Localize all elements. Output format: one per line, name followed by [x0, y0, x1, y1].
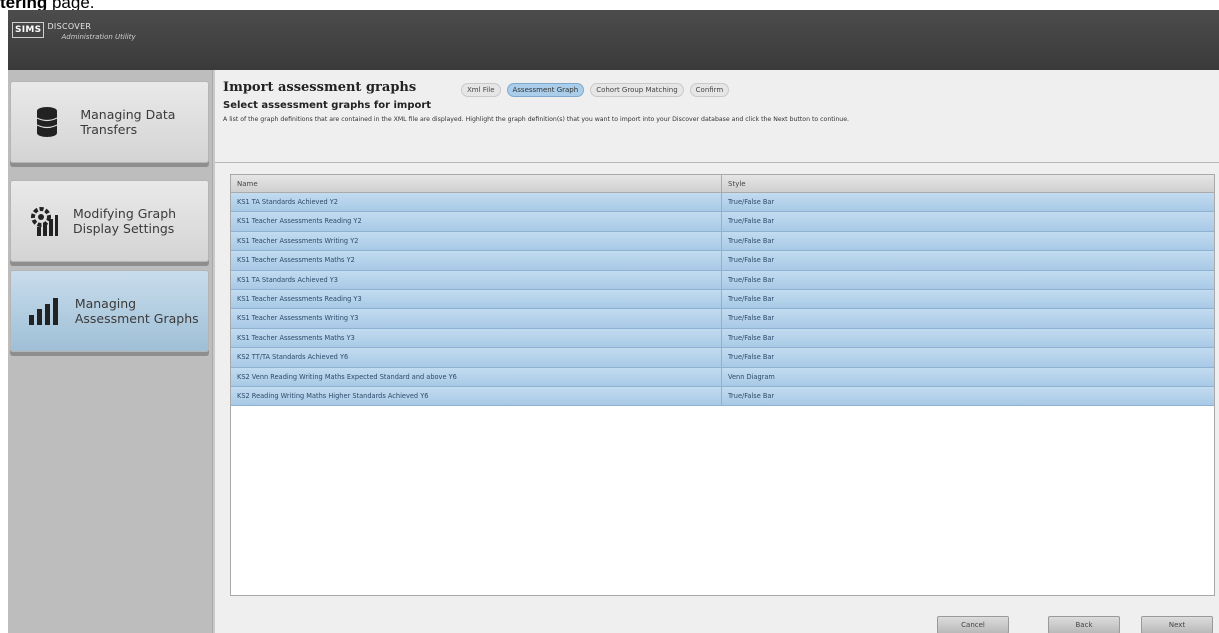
step-cohort-group-matching[interactable]: Cohort Group Matching — [590, 83, 684, 97]
step-assessment-graph[interactable]: Assessment Graph — [506, 83, 585, 97]
cell-name: KS1 Teacher Assessments Writing Y2 — [231, 231, 722, 251]
cell-name: KS1 Teacher Assessments Reading Y3 — [231, 289, 722, 309]
table-row[interactable]: KS1 Teacher Assessments Maths Y3 True/Fal… — [231, 328, 1214, 349]
cell-name: KS1 Teacher Assessments Maths Y2 — [231, 251, 722, 270]
cell-style: True/False Bar — [728, 294, 775, 303]
divider — [215, 162, 1219, 163]
instructions-text: A list of the graph definitions that are… — [223, 116, 850, 123]
main-panel: Import assessment graphs Xml File Assess… — [215, 70, 1219, 633]
cell-style: Venn Diagram — [728, 372, 775, 381]
next-button[interactable]: Next — [1141, 616, 1213, 633]
cell-style: True/False Bar — [728, 314, 775, 323]
table-row[interactable]: KS1 Teacher Assessments Writing Y2 True/F… — [231, 231, 1214, 252]
logo-title: DISCOVER — [47, 22, 92, 31]
cell-style: True/False Bar — [728, 256, 775, 265]
sidebar-item-modifying-graph-display-settings[interactable]: Modifying Graph Display Settings — [10, 180, 209, 262]
column-header-name[interactable]: Name — [231, 175, 722, 192]
cell-style: True/False Bar — [728, 353, 775, 362]
cell-name: KS2 TT/TA Standards Achieved Y6 — [231, 348, 722, 367]
sidebar-item-label: Managing Assessment Graphs — [74, 296, 199, 326]
back-button[interactable]: Back — [1048, 616, 1120, 633]
cell-name: KS1 TA Standards Achieved Y2 — [231, 193, 722, 212]
table-row[interactable]: KS2 Venn Reading Writing Maths Expected … — [231, 367, 1214, 387]
table-row[interactable]: KS1 TA Standards Achieved Y3 True/False B… — [231, 270, 1214, 290]
cell-style: True/False Bar — [728, 217, 775, 226]
cell-style: True/False Bar — [728, 275, 775, 284]
table-row[interactable]: KS1 TA Standards Achieved Y2 True/False B… — [231, 193, 1214, 213]
page-caption: tering page. — [0, 0, 95, 12]
sidebar-item-label: Modifying Graph Display Settings — [73, 206, 177, 236]
logo-subtitle: Administration Utility — [61, 33, 136, 41]
cancel-button[interactable]: Cancel — [937, 616, 1009, 633]
table-row[interactable]: KS2 Reading Writing Maths Higher Standar… — [231, 386, 1214, 407]
table-row[interactable]: KS1 Teacher Assessments Reading Y2 True/F… — [231, 212, 1214, 232]
step-confirm[interactable]: Confirm — [689, 83, 730, 97]
cell-style: True/False Bar — [728, 198, 775, 206]
cell-name: KS1 TA Standards Achieved Y3 — [231, 270, 722, 289]
bar-chart-icon — [27, 287, 61, 335]
cell-name: KS1 Teacher Assessments Maths Y3 — [231, 328, 722, 348]
logo-badge: SIMS — [12, 22, 45, 38]
cell-name: KS1 Teacher Assessments Reading Y2 — [231, 212, 722, 231]
table-row[interactable]: KS2 TT/TA Standards Achieved Y6 True/Fals… — [231, 348, 1214, 368]
title-bar: SIMS DISCOVER Administration Utility — [8, 10, 1219, 70]
sidebar-item-label: Managing Data Transfers — [80, 107, 176, 137]
page-title: Import assessment graphs — [223, 80, 417, 95]
sidebar: Managing Data Transfers Modifying Graph … — [8, 70, 213, 633]
app-logo: SIMS DISCOVER Administration Utility — [12, 22, 180, 52]
cell-style: True/False Bar — [728, 333, 775, 342]
cell-name: KS1 Teacher Assessments Writing Y3 — [231, 309, 722, 328]
step-xml-file[interactable]: Xml File — [461, 83, 501, 97]
table-row[interactable]: KS1 Teacher Assessments Writing Y3 True/F… — [231, 309, 1214, 329]
cell-name: KS2 Reading Writing Maths Higher Standar… — [231, 386, 722, 406]
section-subtitle: Select assessment graphs for import — [223, 100, 432, 111]
table-body: KS1 TA Standards Achieved Y2 True/False B… — [231, 193, 1214, 407]
sidebar-item-managing-assessment-graphs[interactable]: Managing Assessment Graphs — [10, 270, 209, 352]
table-row[interactable]: KS1 Teacher Assessments Reading Y3 True/F… — [231, 289, 1214, 310]
cell-style: True/False Bar — [728, 391, 775, 400]
graphs-table: Name Style KS1 TA Standards Achieved Y2 T… — [230, 174, 1215, 596]
wizard-steps: Xml File Assessment Graph Cohort Group M… — [461, 83, 730, 97]
database-icon — [27, 98, 66, 146]
cell-style: True/False Bar — [728, 236, 775, 245]
table-row[interactable]: KS1 Teacher Assessments Maths Y2 True/Fal… — [231, 251, 1214, 271]
column-header-style[interactable]: Style — [722, 175, 1214, 192]
sidebar-item-managing-data-transfers[interactable]: Managing Data Transfers — [10, 81, 209, 163]
chart-gear-icon — [27, 197, 59, 245]
table-header: Name Style — [231, 175, 1214, 193]
cell-name: KS2 Venn Reading Writing Maths Expected … — [231, 367, 722, 386]
app-window: SIMS DISCOVER Administration Utility Man… — [8, 10, 1219, 633]
